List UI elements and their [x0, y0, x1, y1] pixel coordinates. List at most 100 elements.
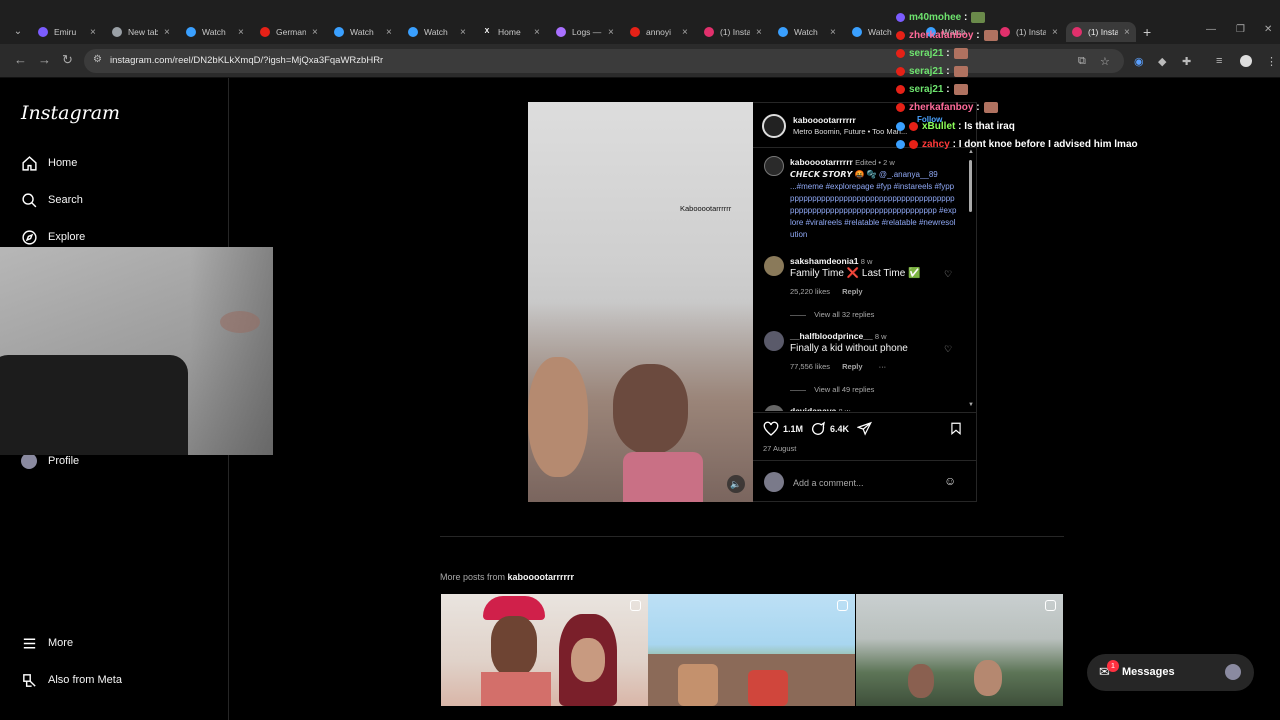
comment-action[interactable]: 6.4K: [810, 421, 849, 437]
new-tab-icon[interactable]: +: [1143, 24, 1151, 40]
forward-icon[interactable]: →: [38, 52, 51, 67]
add-comment-input[interactable]: Add a comment...: [793, 478, 864, 488]
restore-icon[interactable]: ❐: [1236, 24, 1245, 35]
emoji-picker-icon[interactable]: ☺: [944, 474, 956, 488]
comment-likes[interactable]: 77,556 likes: [790, 362, 830, 371]
comment-reply-button[interactable]: Reply: [842, 287, 862, 296]
tab-search-dropdown-icon[interactable]: ⌄: [10, 24, 26, 40]
close-tab-icon[interactable]: ×: [312, 27, 318, 38]
browser-tab[interactable]: Logs — ×: [556, 22, 614, 42]
tab-title: Watch: [424, 27, 448, 37]
browser-tab[interactable]: Watch: [852, 22, 898, 42]
extension-icon[interactable]: ◉: [1134, 55, 1144, 68]
author-avatar[interactable]: [762, 114, 786, 138]
view-replies-link[interactable]: View all 49 replies: [814, 385, 874, 394]
browser-tab[interactable]: Watch ×: [408, 22, 466, 42]
more-posts-author[interactable]: kabooootarrrrrr: [508, 572, 575, 582]
instagram-logo[interactable]: Instagram: [21, 102, 120, 124]
reload-icon[interactable]: ↻: [62, 52, 73, 68]
install-app-icon[interactable]: ⧉: [1078, 55, 1086, 68]
thumb-face-shape: [491, 616, 537, 676]
like-action[interactable]: 1.1M: [763, 421, 803, 437]
sidebar-item-label: Profile: [48, 455, 80, 467]
close-tab-icon[interactable]: ×: [1052, 27, 1058, 38]
caption-hashtags[interactable]: ...#meme #explorepage #fyp #instareels #…: [790, 182, 956, 239]
url-input[interactable]: ⚙ instagram.com/reel/DN2bKLkXmqD/?igsh=M…: [84, 49, 1124, 73]
browser-tab[interactable]: (1) Insta ×: [1000, 22, 1058, 42]
profile-avatar-icon[interactable]: [1240, 55, 1252, 67]
post-thumbnail[interactable]: [648, 594, 855, 706]
comment-avatar[interactable]: [764, 405, 784, 411]
like-count[interactable]: 1.1M: [783, 424, 803, 434]
sidebar-item-explore[interactable]: Explore: [20, 228, 85, 246]
comment-likes[interactable]: 25,220 likes: [790, 287, 830, 296]
chat-emote-icon: [983, 30, 998, 41]
close-tab-icon[interactable]: ×: [90, 27, 96, 38]
close-tab-icon[interactable]: ×: [608, 27, 614, 38]
comment-like-icon[interactable]: ♡: [944, 269, 952, 280]
comment-username[interactable]: sakshamdeonia1: [790, 256, 859, 266]
browser-tab-active[interactable]: (1) Insta ×: [1066, 22, 1136, 42]
browser-tab[interactable]: New tab ×: [112, 22, 170, 42]
comment-like-icon[interactable]: ♡: [944, 344, 952, 355]
close-tab-icon[interactable]: ×: [164, 27, 170, 38]
browser-tab[interactable]: Watch ×: [778, 22, 836, 42]
sidebar-item-home[interactable]: Home: [20, 154, 77, 172]
view-replies-row[interactable]: View all 49 replies: [790, 385, 874, 394]
bookmark-icon[interactable]: [949, 421, 963, 436]
view-replies-row[interactable]: View all 32 replies: [790, 310, 874, 319]
bookmark-star-icon[interactable]: ☆: [1100, 55, 1110, 68]
extension-icon[interactable]: ◆: [1158, 55, 1166, 68]
comment-age: 8 w: [860, 257, 873, 266]
browser-tab[interactable]: annoyi ×: [630, 22, 688, 42]
close-window-icon[interactable]: ✕: [1264, 24, 1272, 35]
more-options-icon[interactable]: ···: [879, 362, 887, 371]
close-tab-icon[interactable]: ×: [756, 27, 762, 38]
close-tab-icon[interactable]: ×: [682, 27, 688, 38]
close-tab-icon[interactable]: ×: [460, 27, 466, 38]
browser-tab[interactable]: Watch ×: [334, 22, 392, 42]
view-replies-link[interactable]: View all 32 replies: [814, 310, 874, 319]
comment-reply-button[interactable]: Reply: [842, 362, 862, 371]
caption-avatar[interactable]: [764, 156, 784, 176]
share-action[interactable]: [856, 421, 872, 441]
site-info-icon[interactable]: ⚙: [93, 54, 102, 65]
close-tab-icon[interactable]: ×: [534, 27, 540, 38]
sidebar-item-search[interactable]: Search: [20, 191, 83, 209]
mute-toggle-icon[interactable]: 🔈: [727, 475, 745, 493]
browser-tab[interactable]: Emiru ×: [38, 22, 96, 42]
close-tab-icon[interactable]: ×: [238, 27, 244, 38]
browser-tab-strip: ⌄ Emiru × New tab × Watch × German × Wat…: [0, 0, 1280, 44]
extensions-puzzle-icon[interactable]: ✚: [1182, 55, 1191, 68]
browser-tab[interactable]: Watch ×: [186, 22, 244, 42]
author-username[interactable]: kabooootarrrrrr: [793, 115, 856, 125]
comment-avatar[interactable]: [764, 256, 784, 276]
comment-bubble-icon[interactable]: [810, 421, 826, 437]
save-action[interactable]: [949, 421, 963, 441]
post-thumbnail[interactable]: [856, 594, 1063, 706]
close-tab-icon[interactable]: ×: [830, 27, 836, 38]
minimize-icon[interactable]: —: [1206, 24, 1216, 35]
messages-button[interactable]: ✉ 1 Messages: [1087, 654, 1254, 691]
share-icon[interactable]: [856, 421, 872, 436]
sidebar-item-more[interactable]: More: [20, 634, 73, 652]
comment-username[interactable]: __halfbloodprince__: [790, 331, 873, 341]
close-tab-icon[interactable]: ×: [386, 27, 392, 38]
browser-tab[interactable]: X Home ×: [482, 22, 540, 42]
comment-username[interactable]: davidanava: [790, 406, 836, 411]
comments-scrollbar[interactable]: [969, 160, 972, 212]
caption-mention-link[interactable]: @_.ananya__89: [879, 170, 938, 179]
back-icon[interactable]: ←: [14, 52, 27, 67]
close-tab-icon[interactable]: ×: [1124, 27, 1130, 38]
reel-video[interactable]: Kabooootarrrrrr 🔈: [528, 102, 753, 502]
post-thumbnail[interactable]: [441, 594, 648, 706]
browser-tab[interactable]: German ×: [260, 22, 318, 42]
browser-tab[interactable]: (1) Insta ×: [704, 22, 762, 42]
browser-menu-icon[interactable]: ⋮: [1266, 55, 1277, 68]
caption-username[interactable]: kabooootarrrrrr: [790, 157, 853, 167]
scroll-down-icon[interactable]: ▼: [968, 402, 974, 408]
tab-groups-icon[interactable]: ≡: [1216, 55, 1222, 67]
sidebar-item-also-from-meta[interactable]: Also from Meta: [20, 671, 122, 689]
like-heart-icon[interactable]: [763, 421, 779, 437]
comment-avatar[interactable]: [764, 331, 784, 351]
